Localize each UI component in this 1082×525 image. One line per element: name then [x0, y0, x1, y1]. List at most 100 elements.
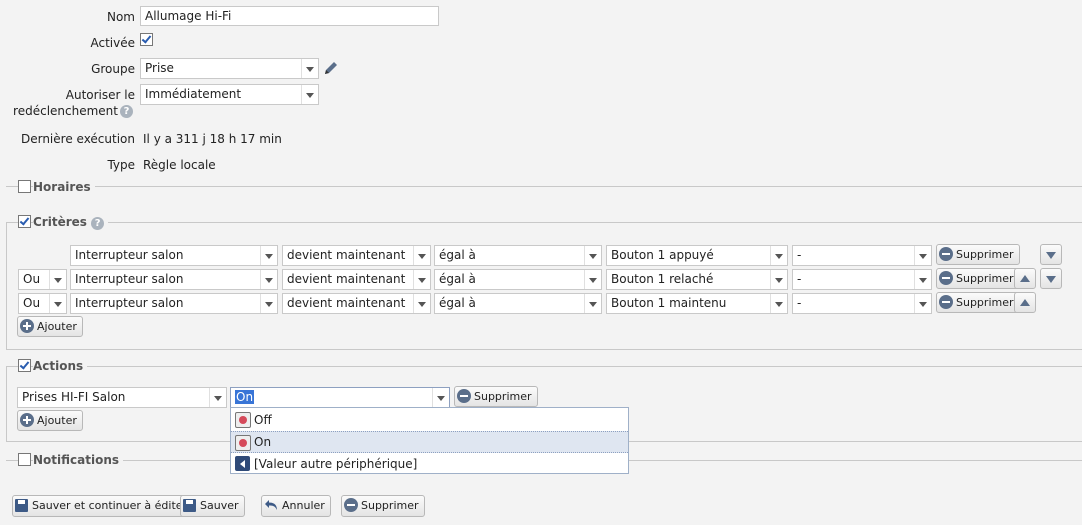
move-up-button[interactable] — [1014, 292, 1036, 313]
action-value-selected: On — [235, 390, 255, 404]
chevron-down-icon — [49, 294, 66, 313]
move-down-button[interactable] — [1040, 244, 1062, 265]
criteria-device-select[interactable]: Interrupteur salon — [70, 245, 278, 266]
criteria-op-select[interactable]: Ou — [18, 269, 67, 290]
criteria-compare-value: égal à — [439, 272, 476, 286]
criteria-compare-select[interactable]: égal à — [434, 269, 602, 290]
criteria-delete-button[interactable]: Supprimer — [936, 268, 1020, 289]
notifications-checkbox[interactable] — [18, 453, 31, 466]
criteria-op-select[interactable]: Ou — [18, 293, 67, 314]
criteria-extra-select[interactable]: - — [792, 245, 932, 266]
criteria-delete-button[interactable]: Supprimer — [936, 244, 1020, 265]
minus-icon — [457, 389, 471, 403]
device-icon — [235, 435, 251, 451]
nom-input[interactable]: Allumage Hi-Fi — [140, 6, 439, 26]
criteres-label: Critères — [33, 215, 87, 229]
move-down-button[interactable] — [1040, 268, 1062, 289]
minus-icon — [939, 247, 953, 261]
criteria-value-select[interactable]: Bouton 1 maintenu — [606, 293, 788, 314]
criteria-delete-label: Supprimer — [956, 272, 1014, 285]
criteria-compare-select[interactable]: égal à — [434, 245, 602, 266]
minus-icon — [344, 498, 358, 512]
cancel-button[interactable]: Annuler — [261, 495, 331, 517]
criteria-add-button[interactable]: Ajouter — [17, 316, 83, 337]
save-button[interactable]: Sauver — [180, 495, 245, 517]
activee-checkbox[interactable] — [140, 33, 153, 46]
derniere-value: Il y a 311 j 18 h 17 min — [143, 132, 282, 146]
minus-icon — [939, 295, 953, 309]
plus-icon — [20, 319, 34, 333]
criteria-device-value: Interrupteur salon — [75, 272, 184, 286]
action-value-select[interactable]: On — [230, 387, 450, 408]
chevron-down-icon — [770, 294, 787, 313]
chevron-down-icon — [914, 246, 931, 265]
chevron-down-icon — [413, 270, 430, 289]
move-up-button[interactable] — [1014, 268, 1036, 289]
chevron-down-icon — [914, 270, 931, 289]
delete-label: Supprimer — [361, 499, 419, 512]
criteria-device-select[interactable]: Interrupteur salon — [70, 269, 278, 290]
horaires-checkbox[interactable] — [18, 180, 31, 193]
activee-label: Activée — [90, 36, 135, 50]
save-continue-label: Sauver et continuer à éditer — [32, 499, 188, 512]
save-continue-button[interactable]: Sauver et continuer à éditer — [12, 495, 194, 517]
groupe-label: Groupe — [91, 62, 135, 76]
help-icon[interactable]: ? — [120, 105, 133, 118]
groupe-select[interactable]: Prise — [140, 58, 319, 79]
action-device-select[interactable]: Prises HI-FI Salon — [17, 387, 227, 408]
autoriser-value: Immédiatement — [145, 87, 242, 101]
criteria-extra-select[interactable]: - — [792, 293, 932, 314]
criteria-device-select[interactable]: Interrupteur salon — [70, 293, 278, 314]
dropdown-option-label: [Valeur autre périphérique] — [254, 457, 418, 471]
dropdown-option-on[interactable]: On — [231, 431, 628, 453]
dropdown-option-other[interactable]: [Valeur autre périphérique] — [231, 453, 628, 475]
criteria-event-select[interactable]: devient maintenant — [282, 293, 431, 314]
criteria-delete-label: Supprimer — [956, 248, 1014, 261]
action-device-value: Prises HI-FI Salon — [22, 390, 126, 404]
chevron-down-icon — [584, 294, 601, 313]
autoriser-select[interactable]: Immédiatement — [140, 84, 319, 105]
criteria-delete-button[interactable]: Supprimer — [936, 292, 1020, 313]
actions-checkbox[interactable] — [18, 359, 31, 372]
undo-icon — [265, 500, 277, 510]
criteria-extra-value: - — [797, 296, 802, 310]
pencil-icon[interactable] — [323, 60, 339, 76]
criteria-device-value: Interrupteur salon — [75, 296, 184, 310]
chevron-down-icon — [432, 388, 449, 407]
chevron-down-icon — [413, 294, 430, 313]
criteria-compare-select[interactable]: égal à — [434, 293, 602, 314]
autoriser-label-2: redéclenchement — [13, 104, 118, 118]
horaires-legend: Horaires — [33, 180, 95, 194]
dropdown-option-label: On — [254, 435, 272, 449]
chevron-down-icon — [260, 246, 277, 265]
chevron-down-icon — [914, 294, 931, 313]
criteria-event-select[interactable]: devient maintenant — [282, 269, 431, 290]
criteria-value-select[interactable]: Bouton 1 appuyé — [606, 245, 788, 266]
action-delete-button[interactable]: Supprimer — [454, 386, 538, 407]
criteria-extra-value: - — [797, 272, 802, 286]
help-icon[interactable]: ? — [91, 217, 105, 230]
chevron-down-icon — [301, 85, 318, 104]
add-label: Ajouter — [37, 414, 77, 427]
criteria-value-value: Bouton 1 maintenu — [611, 296, 727, 310]
notifications-legend: Notifications — [33, 453, 124, 467]
chevron-down-icon — [301, 59, 318, 78]
criteria-value-value: Bouton 1 appuyé — [611, 248, 714, 262]
criteria-event-value: devient maintenant — [287, 272, 406, 286]
criteria-delete-label: Supprimer — [956, 296, 1014, 309]
device-icon — [235, 412, 251, 428]
criteria-extra-value: - — [797, 248, 802, 262]
plus-icon — [20, 413, 34, 427]
delete-button[interactable]: Supprimer — [341, 495, 425, 517]
action-delete-label: Supprimer — [474, 390, 532, 403]
dropdown-option-off[interactable]: Off — [231, 409, 628, 431]
chevron-down-icon — [584, 270, 601, 289]
criteres-checkbox[interactable] — [18, 215, 31, 228]
criteria-value-select[interactable]: Bouton 1 relaché — [606, 269, 788, 290]
criteria-extra-select[interactable]: - — [792, 269, 932, 290]
type-value: Règle locale — [143, 158, 216, 172]
actions-legend: Actions — [33, 359, 88, 373]
derniere-label: Dernière exécution — [20, 132, 135, 146]
action-add-button[interactable]: Ajouter — [17, 410, 83, 431]
criteria-event-select[interactable]: devient maintenant — [282, 245, 431, 266]
